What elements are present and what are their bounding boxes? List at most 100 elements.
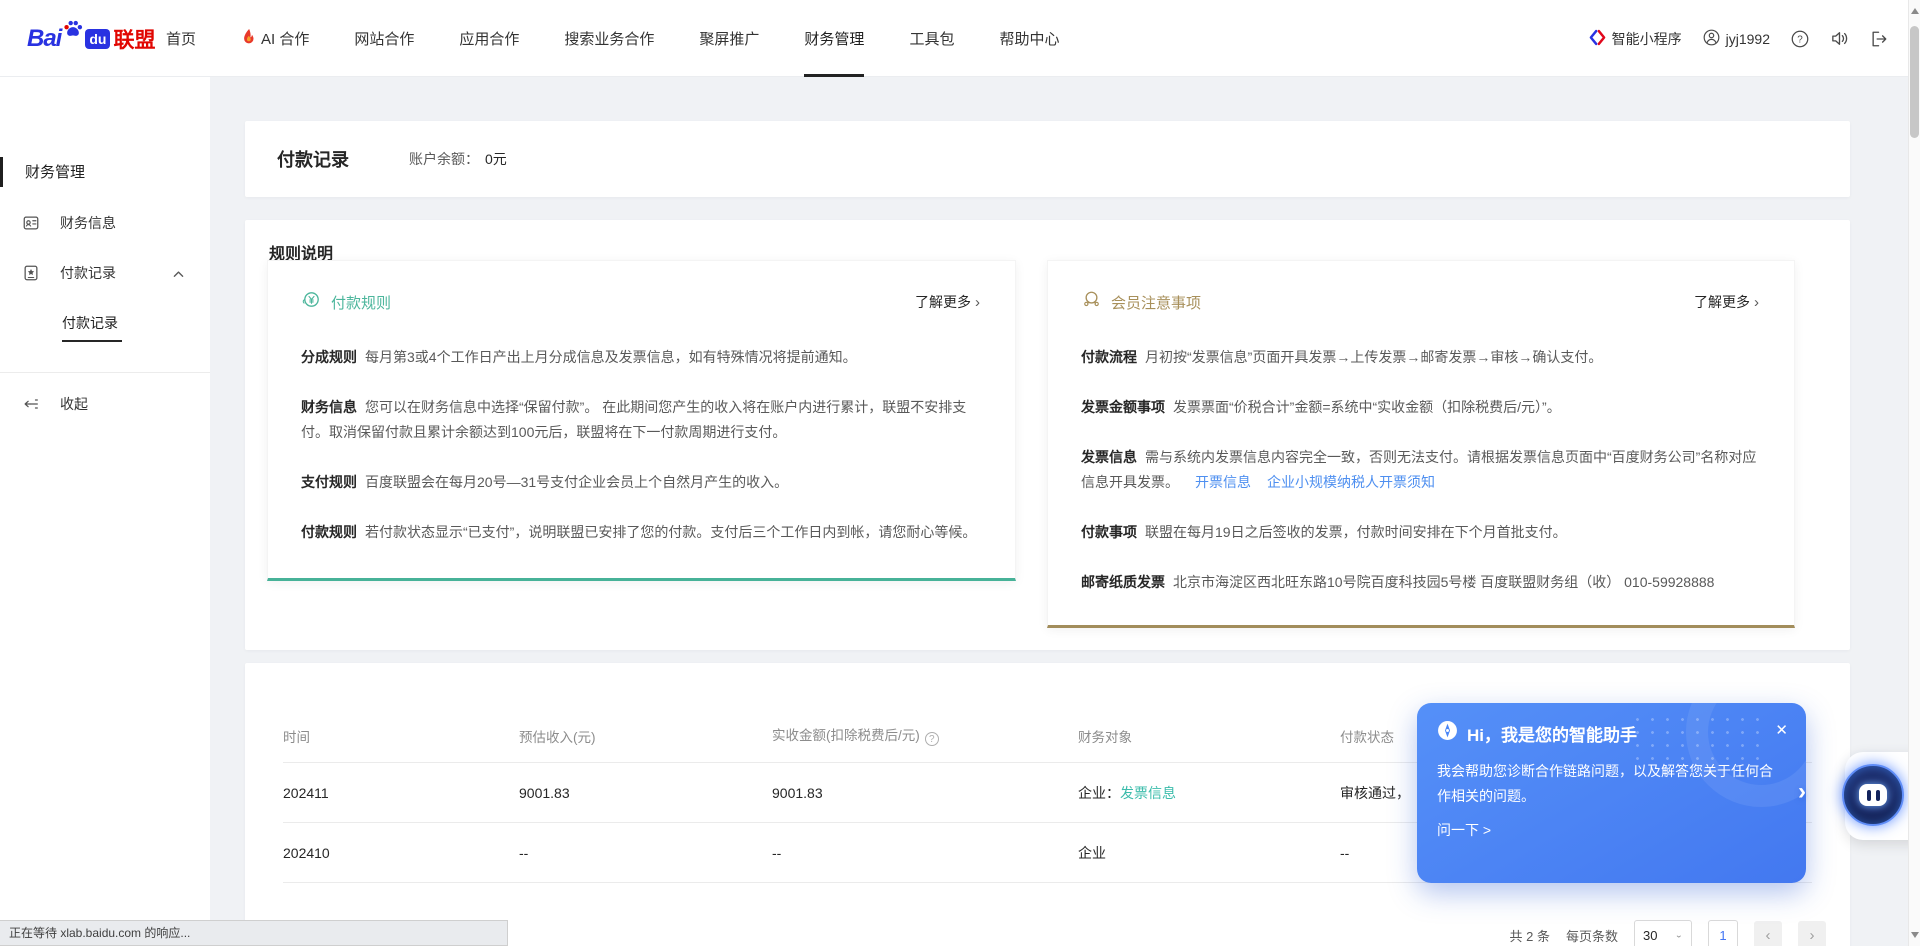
nav-item-juping-promotion[interactable]: 聚屏推广	[699, 0, 759, 77]
cell-estimated-income: 9001.83	[519, 785, 772, 801]
sound-icon[interactable]	[1830, 29, 1849, 48]
coin-yen-icon	[301, 289, 322, 315]
rule-item: 分成规则每月第3或4个工作日产出上月分成信息及发票信息，如有特殊情况将提前通知。	[301, 345, 979, 370]
help-icon[interactable]: ?	[1791, 30, 1809, 48]
column-header-time: 时间	[283, 726, 519, 746]
page-number-1[interactable]: 1	[1708, 920, 1738, 946]
pagination: 共 2 条 每页条数 30⌄ 1 ‹ ›	[1510, 920, 1826, 946]
cell-finance-entity: 企业：发票信息	[1078, 783, 1340, 803]
browser-status-bar: 正在等待 xlab.baidu.com 的响应...	[0, 920, 508, 946]
sidebar-divider	[0, 372, 210, 373]
rule-item: 付款流程月初按“发票信息”页面开具发票→上传发票→邮寄发票→审核→确认支付。	[1081, 345, 1758, 370]
rule-item: 付款规则若付款状态显示“已支付”，说明联盟已安排了您的付款。支付后三个工作日内到…	[301, 520, 979, 545]
column-header-finance-entity: 财务对象	[1078, 726, 1340, 746]
scroll-down-arrow[interactable]	[1911, 932, 1919, 938]
baidu-paw-icon	[62, 18, 84, 45]
collapse-arrow-icon	[22, 395, 40, 413]
sidebar-subitem-payment-records[interactable]: 付款记录	[62, 313, 122, 342]
id-card-icon	[22, 214, 40, 232]
chevron-up-icon	[173, 265, 184, 281]
invoice-info-cell-link[interactable]: 发票信息	[1120, 785, 1176, 801]
nav-item-website-cooperation[interactable]: 网站合作	[354, 0, 414, 77]
nav-item-app-cooperation[interactable]: 应用合作	[459, 0, 519, 77]
sidebar: 财务管理 财务信息 付款记录 付款记录 收起	[0, 77, 210, 946]
cell-actual-amount: --	[772, 845, 1078, 861]
assistant-popup-title: Hi，我是您的智能助手	[1467, 721, 1637, 746]
member-notices-more-link[interactable]: 了解更多	[1694, 292, 1759, 312]
rule-item: 财务信息您可以在财务信息中选择“保留付款”。 在此期间您产生的收入将在账户内进行…	[301, 395, 979, 445]
cell-finance-entity: 企业	[1078, 843, 1340, 863]
logout-icon[interactable]	[1870, 30, 1888, 48]
nav-item-finance-management[interactable]: 财务管理	[804, 0, 864, 77]
payment-rules-card: 付款规则 了解更多 分成规则每月第3或4个工作日产出上月分成信息及发票信息，如有…	[267, 260, 1016, 581]
assistant-popup-header: Hi，我是您的智能助手 ✕	[1437, 720, 1786, 746]
page-scrollbar	[1908, 0, 1920, 946]
column-header-actual-amount: 实收金额(扣除税费后/元)?	[772, 724, 1078, 746]
top-navigation-bar: Bai du 联盟 首页 AI 合作 网站合作	[0, 0, 1920, 77]
logo-union-text: 联盟	[113, 24, 155, 54]
chevron-down-icon: ⌄	[1675, 931, 1683, 940]
member-notices-header: 会员注意事项 了解更多	[1081, 289, 1759, 315]
assistant-robot-button[interactable]	[1842, 764, 1904, 826]
main-nav: 首页 AI 合作 网站合作 应用合作 搜索业务合作 聚屏推广 财务管理 工具包 …	[166, 0, 1059, 77]
cell-actual-amount: 9001.83	[772, 785, 1078, 801]
cell-time: 202410	[283, 845, 519, 861]
nav-item-home[interactable]: 首页	[166, 0, 196, 77]
scrollbar-thumb[interactable]	[1910, 26, 1919, 138]
total-count: 共 2 条	[1510, 926, 1550, 945]
logo-du-text: du	[85, 29, 110, 49]
page-title: 付款记录	[277, 146, 349, 172]
smart-miniapp-entry[interactable]: 智能小程序	[1589, 29, 1682, 49]
sidebar-collapse-button[interactable]: 收起	[0, 392, 210, 416]
page: Bai du 联盟 首页 AI 合作 网站合作	[0, 0, 1920, 946]
sidebar-item-finance-info[interactable]: 财务信息	[0, 211, 210, 235]
logo-bai-text: Bai	[27, 25, 61, 53]
cell-time: 202411	[283, 785, 519, 801]
popup-arrow-icon: ›	[1798, 778, 1806, 806]
assistant-popup: Hi，我是您的智能助手 ✕ 我会帮助您诊断合作链路问题，以及解答您关于任何合作相…	[1417, 703, 1806, 883]
page-size-select[interactable]: 30⌄	[1634, 920, 1692, 946]
rule-item: 支付规则百度联盟会在每月20号—31号支付企业会员上个自然月产生的收入。	[301, 470, 979, 495]
payment-rules-body: 分成规则每月第3或4个工作日产出上月分成信息及发票信息，如有特殊情况将提前通知。…	[301, 345, 979, 545]
account-balance: 账户余额：0元	[409, 149, 507, 169]
payment-records-summary-card: 付款记录 账户余额：0元	[245, 121, 1850, 197]
assistant-popup-body: 我会帮助您诊断合作链路问题，以及解答您关于任何合作相关的问题。	[1437, 759, 1782, 809]
cell-estimated-income: --	[519, 845, 772, 861]
payment-rules-more-link[interactable]: 了解更多	[915, 292, 980, 312]
user-account[interactable]: jyj1992	[1703, 29, 1770, 49]
flame-icon	[241, 28, 256, 49]
scroll-up-arrow[interactable]	[1911, 8, 1919, 14]
nav-item-ai-cooperation[interactable]: AI 合作	[241, 0, 309, 77]
rule-item: 发票金额事项发票票面“价税合计”金额=系统中“实收金额（扣除税费后/元）”。	[1081, 395, 1758, 420]
robot-face-icon	[1859, 784, 1887, 806]
compass-icon	[1437, 720, 1458, 746]
balance-value: 0元	[485, 151, 507, 167]
nav-item-search-business[interactable]: 搜索业务合作	[564, 0, 654, 77]
member-seal-icon	[1081, 289, 1102, 315]
user-icon	[1703, 29, 1720, 49]
small-taxpayer-invoice-guide-link[interactable]: 企业小规模纳税人开票须知	[1267, 474, 1435, 490]
member-notices-title: 会员注意事项	[1111, 292, 1201, 313]
column-help-icon[interactable]: ?	[925, 732, 939, 746]
sidebar-section-finance-management[interactable]: 财务管理	[25, 161, 85, 182]
active-tab-underline	[804, 74, 864, 77]
close-icon[interactable]: ✕	[1775, 721, 1788, 739]
topbar-right-actions: 智能小程序 jyj1992 ?	[1589, 0, 1888, 77]
column-header-estimated-income: 预估收入(元)	[519, 726, 772, 746]
prev-page-button[interactable]: ‹	[1754, 921, 1782, 946]
rule-item: 付款事项联盟在每月19日之后签收的发票，付款时间安排在下个月首批支付。	[1081, 520, 1758, 545]
baidu-union-logo[interactable]: Bai du 联盟	[27, 0, 155, 77]
payment-rules-title: 付款规则	[331, 292, 391, 313]
nav-item-help-center[interactable]: 帮助中心	[999, 0, 1059, 77]
rule-item: 发票信息需与系统内发票信息内容完全一致，否则无法支付。请根据发票信息页面中“百度…	[1081, 445, 1758, 495]
ask-now-link[interactable]: 问一下 >	[1437, 820, 1786, 840]
next-page-button[interactable]: ›	[1798, 921, 1826, 946]
rule-item: 邮寄纸质发票北京市海淀区西北旺东路10号院百度科技园5号楼 百度联盟财务组（收）…	[1081, 570, 1758, 595]
sidebar-active-indicator	[0, 157, 3, 187]
nav-item-toolkit[interactable]: 工具包	[909, 0, 954, 77]
invoice-info-link[interactable]: 开票信息	[1195, 474, 1251, 490]
badge-star-icon	[22, 264, 40, 282]
svg-text:?: ?	[1797, 34, 1803, 45]
payment-rules-header: 付款规则 了解更多	[301, 289, 980, 315]
sidebar-item-payment-records[interactable]: 付款记录	[0, 261, 210, 285]
